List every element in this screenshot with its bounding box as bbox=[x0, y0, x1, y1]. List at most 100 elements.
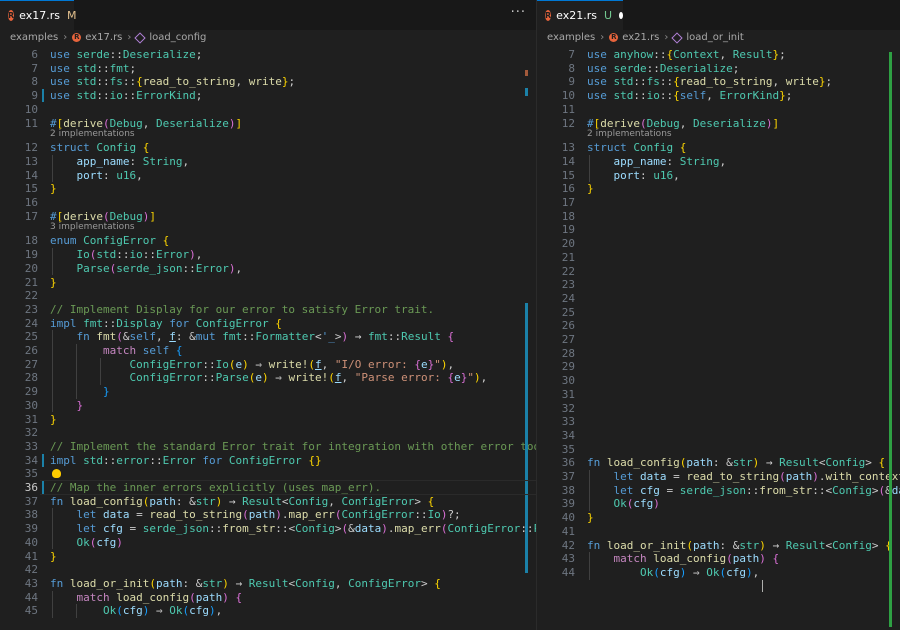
code-text[interactable]: #[derive(Debug)] bbox=[50, 210, 156, 224]
code-line: 21 bbox=[537, 251, 900, 265]
code-text[interactable]: Io(std::io::Error), bbox=[50, 248, 203, 262]
code-text[interactable]: app_name: String, bbox=[587, 155, 727, 169]
breadcrumb-file[interactable]: ex17.rs bbox=[85, 32, 122, 43]
breadcrumb-symbol[interactable]: load_config bbox=[149, 32, 206, 43]
breadcrumb-folder[interactable]: examples bbox=[10, 32, 58, 43]
current-line-highlight bbox=[40, 480, 536, 495]
indent-guide bbox=[52, 248, 53, 276]
line-number: 8 bbox=[568, 61, 575, 75]
line-number: 15 bbox=[24, 182, 38, 196]
code-text[interactable]: impl fmt::Display for ConfigError { bbox=[50, 317, 282, 331]
code-text[interactable]: match load_config(path) { bbox=[587, 552, 780, 566]
line-number: 18 bbox=[24, 234, 38, 248]
breadcrumb-folder[interactable]: examples bbox=[547, 32, 595, 43]
code-text[interactable]: ConfigError::Io(e) ⇒ write!(f, "I/O erro… bbox=[50, 358, 454, 372]
code-text[interactable]: // Implement Display for our error to sa… bbox=[50, 303, 434, 317]
code-text[interactable]: use serde::Deserialize; bbox=[50, 48, 202, 62]
code-text[interactable]: fn load_config(path: &str) → Result<Conf… bbox=[50, 495, 434, 509]
code-text[interactable]: use std::io::ErrorKind; bbox=[50, 89, 202, 103]
code-text[interactable]: } bbox=[587, 511, 594, 525]
code-text[interactable]: impl std::error::Error for ConfigError {… bbox=[50, 454, 322, 468]
code-text[interactable]: Parse(serde_json::Error), bbox=[50, 262, 243, 276]
code-text[interactable]: use std::fs::{read_to_string, write}; bbox=[587, 75, 832, 89]
line-number: 29 bbox=[24, 385, 38, 399]
indent-guide bbox=[76, 604, 77, 618]
chevron-right-icon: › bbox=[127, 32, 132, 43]
line-number: 42 bbox=[24, 563, 38, 577]
code-text[interactable]: } bbox=[50, 550, 57, 564]
code-text[interactable]: port: u16, bbox=[587, 169, 680, 183]
code-text[interactable]: Ok(cfg) bbox=[50, 536, 123, 550]
code-line: 14 app_name: String, bbox=[537, 155, 900, 169]
code-text[interactable]: } bbox=[587, 182, 594, 196]
code-text[interactable]: } bbox=[50, 385, 110, 399]
line-number: 25 bbox=[24, 330, 38, 344]
code-text[interactable]: let cfg = serde_json::from_str::<Config>… bbox=[50, 522, 537, 536]
code-text[interactable]: // Implement the standard Error trait fo… bbox=[50, 440, 536, 454]
code-text[interactable]: use std::fmt; bbox=[50, 62, 136, 76]
code-text[interactable]: use anyhow::{Context, Result}; bbox=[587, 48, 786, 62]
code-text[interactable]: #[derive(Debug, Deserialize)] bbox=[587, 117, 779, 131]
more-actions-icon[interactable]: ··· bbox=[511, 5, 526, 20]
line-number: 29 bbox=[561, 360, 575, 374]
chevron-right-icon: › bbox=[63, 32, 68, 43]
code-text[interactable]: use std::io::{self, ErrorKind}; bbox=[587, 89, 792, 103]
code-text[interactable]: use serde::Deserialize; bbox=[587, 62, 739, 76]
code-editor[interactable]: 6 use serde::Deserialize; 7 use std::fmt; 8 u… bbox=[0, 48, 536, 630]
unsaved-dot-icon[interactable] bbox=[619, 12, 623, 19]
code-text[interactable]: let cfg = serde_json::from_str::<Config>… bbox=[587, 484, 900, 498]
code-text[interactable]: fn load_or_init(path: &str) → Result<Con… bbox=[587, 539, 892, 553]
tab-ex21[interactable]: R ex21.rs U bbox=[537, 0, 623, 30]
code-editor[interactable]: 7 use anyhow::{Context, Result};8 use serd… bbox=[537, 48, 900, 630]
code-line: 7 use std::fmt; bbox=[0, 62, 536, 76]
tab-ex17[interactable]: R ex17.rs M bbox=[0, 0, 77, 30]
code-text[interactable]: use std::fs::{read_to_string, write}; bbox=[50, 75, 295, 89]
code-text[interactable]: match self { bbox=[50, 344, 183, 358]
code-text[interactable]: fn fmt(&self, f: &mut fmt::Formatter<'_>… bbox=[50, 330, 455, 344]
code-text[interactable]: port: u16, bbox=[50, 169, 143, 183]
breadcrumb-file[interactable]: ex21.rs bbox=[622, 32, 659, 43]
code-text[interactable]: app_name: String, bbox=[50, 155, 190, 169]
line-number: 31 bbox=[24, 412, 38, 426]
right-editor-pane[interactable]: R ex21.rs U examples › R ex21.rs › load_… bbox=[537, 0, 900, 630]
code-text[interactable]: Ok(cfg) ⇒ Ok(cfg), bbox=[587, 566, 759, 580]
code-line: 32 bbox=[537, 402, 900, 416]
code-line: 38 let cfg = serde_json::from_str::<Conf… bbox=[537, 484, 900, 498]
code-line: 40} bbox=[537, 511, 900, 525]
breadcrumb-symbol[interactable]: load_or_init bbox=[686, 32, 743, 43]
code-text[interactable]: let data = read_to_string(path).map_err(… bbox=[50, 508, 461, 522]
code-text[interactable]: } bbox=[50, 182, 57, 196]
code-line: 19 bbox=[537, 223, 900, 237]
line-number: 38 bbox=[561, 483, 575, 497]
code-text[interactable]: Ok(cfg) bbox=[587, 497, 660, 511]
overview-ruler-mark bbox=[889, 52, 892, 627]
code-lens-implementations[interactable]: 2 implementations bbox=[50, 129, 135, 139]
line-number: 40 bbox=[561, 511, 575, 525]
code-text[interactable]: struct Config { bbox=[587, 141, 686, 155]
code-line: 22 bbox=[0, 289, 536, 303]
code-lens-implementations[interactable]: 3 implementations bbox=[50, 222, 135, 232]
code-text[interactable]: enum ConfigError { bbox=[50, 234, 169, 248]
code-text[interactable]: ConfigError::Parse(e) ⇒ write!(f, "Parse… bbox=[50, 371, 487, 385]
code-text[interactable]: } bbox=[50, 276, 57, 290]
code-line: 20 Parse(serde_json::Error), bbox=[0, 262, 536, 276]
code-line: 9 use std::io::ErrorKind; bbox=[0, 89, 536, 103]
line-number: 7 bbox=[568, 48, 575, 61]
code-line: 38 let data = read_to_string(path).map_e… bbox=[0, 508, 536, 522]
code-line: 8 use std::fs::{read_to_string, write}; bbox=[0, 75, 536, 89]
code-text[interactable]: } bbox=[50, 399, 84, 413]
rust-file-icon: R bbox=[609, 33, 619, 42]
line-number: 14 bbox=[24, 168, 38, 182]
lightbulb-icon[interactable] bbox=[52, 469, 61, 479]
code-text[interactable]: struct Config { bbox=[50, 141, 149, 155]
code-text[interactable]: } bbox=[50, 413, 57, 427]
code-text[interactable]: fn load_config(path: &str) → Result<Conf… bbox=[587, 456, 885, 470]
line-number: 11 bbox=[24, 116, 38, 130]
code-lens-implementations[interactable]: 2 implementations bbox=[587, 129, 672, 139]
code-text[interactable]: fn load_or_init(path: &str) → Result<Con… bbox=[50, 577, 441, 591]
code-text[interactable]: let data = read_to_string(path).with_con… bbox=[587, 470, 900, 484]
code-line: 27 bbox=[537, 333, 900, 347]
left-editor-pane[interactable]: R ex17.rs M ··· examples › R ex17.rs › l… bbox=[0, 0, 536, 630]
code-text[interactable]: match load_config(path) { bbox=[50, 591, 243, 605]
code-text[interactable]: #[derive(Debug, Deserialize)] bbox=[50, 117, 242, 131]
